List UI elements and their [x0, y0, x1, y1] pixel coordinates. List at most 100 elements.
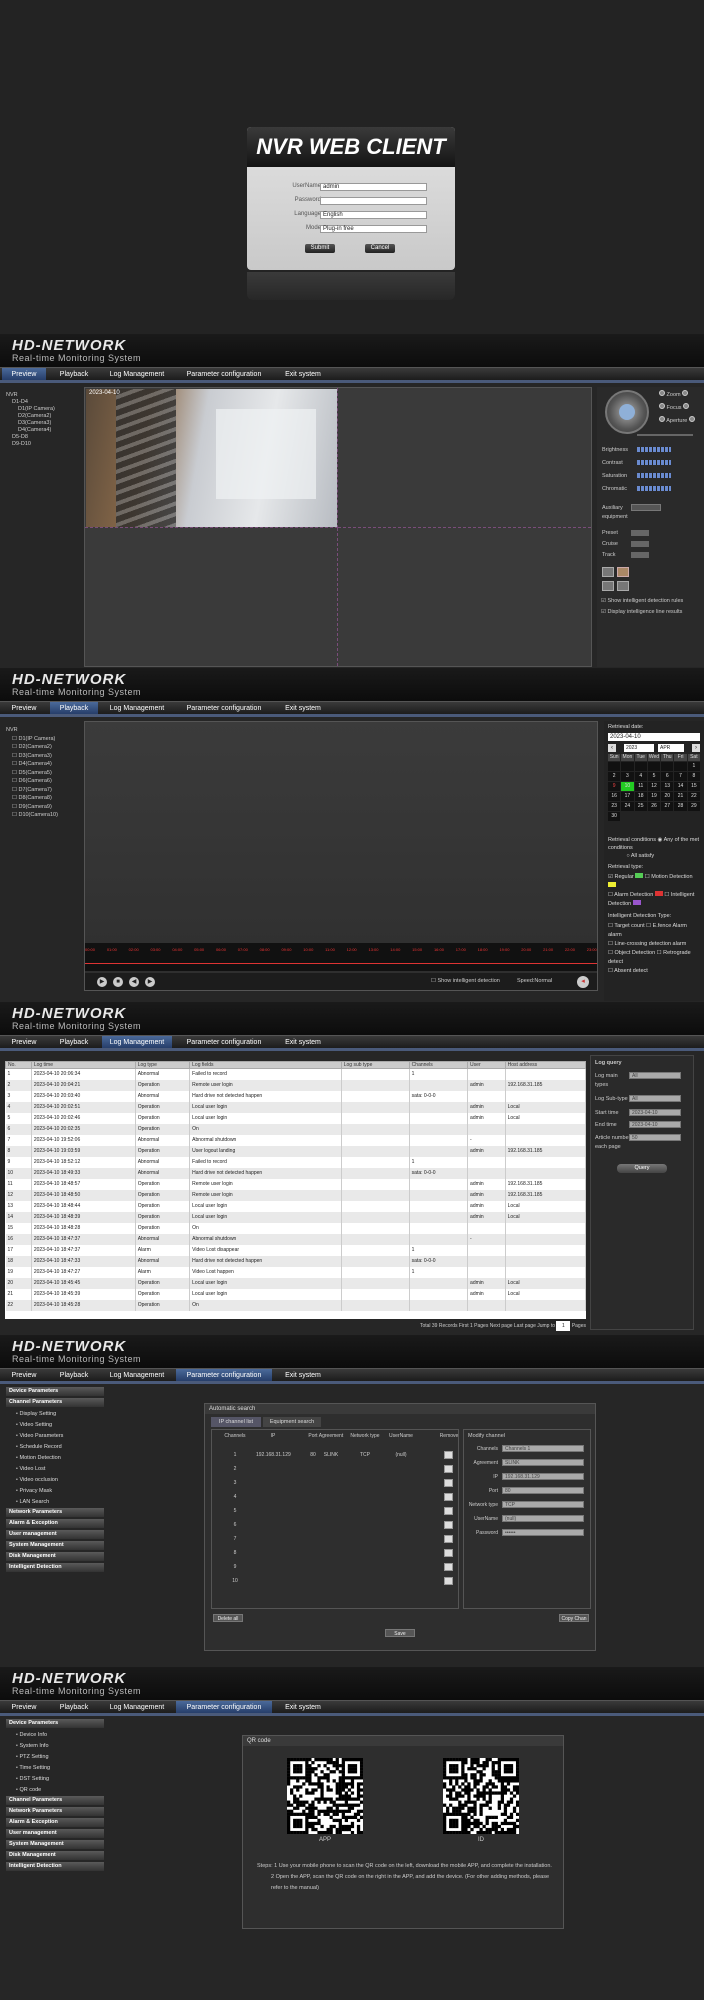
- prev-month-icon[interactable]: ‹: [608, 744, 616, 752]
- end-time-input[interactable]: 2023-04-10: [629, 1121, 681, 1128]
- tree-node-camera[interactable]: D3(Camera3): [6, 420, 80, 427]
- username-input[interactable]: admin: [320, 183, 427, 191]
- modify-field-input[interactable]: TCP: [502, 1501, 584, 1508]
- calendar-day[interactable]: 2: [608, 772, 621, 781]
- saturation-slider[interactable]: [637, 473, 671, 478]
- main-types-select[interactable]: All: [629, 1072, 681, 1079]
- table-row[interactable]: 14 2023-04-10 18:48:39 Operation Local user…: [5, 1211, 586, 1223]
- zoom-minus-icon[interactable]: [659, 390, 665, 396]
- aperture-minus-icon[interactable]: [659, 416, 665, 422]
- sidebar-group[interactable]: Network Parameters: [6, 1508, 104, 1517]
- brightness-slider[interactable]: [637, 447, 671, 452]
- auxiliary-select[interactable]: [631, 504, 661, 511]
- calendar-day[interactable]: 3: [621, 772, 634, 781]
- table-row[interactable]: 1 192.168.31.129 80 SLINK TCP (null): [212, 1450, 460, 1462]
- intel-line-crossing-checkbox[interactable]: Line-crossing detection alarm: [614, 941, 686, 947]
- pagination-text[interactable]: Total 39 Records First 1 Pages Next page…: [420, 1323, 555, 1329]
- calendar-day[interactable]: 12: [647, 782, 661, 791]
- calendar-day[interactable]: 26: [647, 802, 661, 811]
- calendar-day[interactable]: 13: [661, 782, 674, 791]
- play-icon[interactable]: ▶: [97, 977, 107, 987]
- table-row[interactable]: 8: [212, 1548, 460, 1560]
- table-row[interactable]: 4: [212, 1492, 460, 1504]
- next-month-icon[interactable]: ›: [692, 744, 700, 752]
- focus-minus-icon[interactable]: [659, 403, 665, 409]
- remove-icon[interactable]: [444, 1563, 453, 1571]
- sidebar-item[interactable]: Video occlusion: [6, 1475, 104, 1486]
- table-row[interactable]: 9 2023-04-10 18:52:12 Abnormal Failed to re…: [5, 1156, 586, 1168]
- tree-node-group[interactable]: D9-D10: [6, 441, 80, 448]
- record-icon[interactable]: [617, 567, 629, 577]
- intel-object-checkbox[interactable]: Object Detection: [614, 950, 655, 956]
- sidebar-item[interactable]: Display Setting: [6, 1409, 104, 1420]
- modify-field-input[interactable]: SLINK: [502, 1459, 584, 1466]
- calendar-day[interactable]: 10: [621, 782, 634, 791]
- table-row[interactable]: 18 2023-04-10 18:47:33 Abnormal Hard drive …: [5, 1255, 586, 1267]
- aperture-plus-icon[interactable]: [688, 416, 695, 422]
- tree-node-camera[interactable]: ☐ D9(Camera9): [6, 803, 80, 812]
- password-input[interactable]: [320, 197, 427, 205]
- remove-icon[interactable]: [444, 1507, 453, 1515]
- sidebar-group-device[interactable]: Device Parameters: [6, 1387, 104, 1396]
- display-line-results-checkbox[interactable]: ☑ Display intelligence line results: [601, 609, 701, 615]
- query-button[interactable]: Query: [617, 1164, 667, 1173]
- sidebar-group[interactable]: System Management: [6, 1840, 104, 1849]
- zoom-plus-icon[interactable]: [682, 390, 689, 396]
- sidebar-item[interactable]: Video Lost: [6, 1464, 104, 1475]
- sidebar-group[interactable]: Intelligent Detection: [6, 1563, 104, 1572]
- sidebar-item[interactable]: Video Setting: [6, 1420, 104, 1431]
- tree-node-camera[interactable]: ☐ D2(Camera2): [6, 743, 80, 752]
- sidebar-item[interactable]: Device Info: [6, 1730, 104, 1741]
- submit-button[interactable]: Submit: [305, 244, 335, 253]
- tree-node-camera[interactable]: ☐ D3(Camera3): [6, 752, 80, 761]
- start-time-input[interactable]: 2023-04-10: [629, 1109, 681, 1116]
- remove-icon[interactable]: [444, 1451, 453, 1459]
- modify-field-input[interactable]: (null): [502, 1515, 584, 1522]
- sidebar-group[interactable]: Channel Parameters: [6, 1796, 104, 1805]
- table-row[interactable]: 3: [212, 1478, 460, 1490]
- cruise-select[interactable]: [631, 541, 649, 547]
- chromatic-slider[interactable]: [637, 486, 671, 491]
- table-row[interactable]: 11 2023-04-10 18:48:57 Operation Remote use…: [5, 1178, 586, 1190]
- table-row[interactable]: 7 2023-04-10 19:52:06 Abnormal Abnormal shu…: [5, 1134, 586, 1146]
- calendar-day[interactable]: 4: [634, 772, 647, 781]
- tree-node-camera[interactable]: ☐ D4(Camera4): [6, 760, 80, 769]
- calendar-day[interactable]: 22: [687, 792, 700, 801]
- remove-icon[interactable]: [444, 1549, 453, 1557]
- show-intel-checkbox[interactable]: ☐ Show intelligent detection: [431, 978, 500, 984]
- layout-icon[interactable]: [617, 581, 629, 591]
- log-column-header[interactable]: Log type: [134, 1061, 191, 1069]
- table-row[interactable]: 22 2023-04-10 18:45:28 Operation On: [5, 1299, 586, 1311]
- sidebar-group[interactable]: Alarm & Exception: [6, 1519, 104, 1528]
- calendar-day[interactable]: 14: [674, 782, 687, 791]
- ptz-center-button[interactable]: [619, 404, 635, 420]
- retrieval-date-input[interactable]: 2023-04-10: [608, 733, 700, 741]
- table-row[interactable]: 1 2023-04-10 20:06:34 Abnormal Failed to re…: [5, 1068, 586, 1080]
- sidebar-item[interactable]: Time Setting: [6, 1763, 104, 1774]
- calendar-day[interactable]: 8: [687, 772, 700, 781]
- type-motion-checkbox[interactable]: Motion Detection: [651, 874, 692, 880]
- tree-node-camera[interactable]: ☐ D8(Camera8): [6, 794, 80, 803]
- intel-target-count-checkbox[interactable]: Target count: [614, 923, 644, 929]
- calendar-day[interactable]: 18: [634, 792, 647, 801]
- table-row[interactable]: 15 2023-04-10 18:48:28 Operation On: [5, 1222, 586, 1234]
- remove-icon[interactable]: [444, 1535, 453, 1543]
- sidebar-group[interactable]: User management: [6, 1829, 104, 1838]
- ptz-joystick[interactable]: [605, 390, 649, 434]
- calendar-day[interactable]: 27: [661, 802, 674, 811]
- show-detection-rules-checkbox[interactable]: ☑ Show intelligent detection rules: [601, 598, 701, 604]
- modify-field-input[interactable]: ••••••: [502, 1529, 584, 1536]
- preset-select[interactable]: [631, 530, 649, 536]
- calendar-day[interactable]: 19: [647, 792, 661, 801]
- sidebar-item[interactable]: System Info: [6, 1741, 104, 1752]
- ptz-speed-slider[interactable]: [637, 434, 693, 436]
- tree-node-camera[interactable]: ☐ D1(IP Camera): [6, 735, 80, 744]
- calendar-day[interactable]: 23: [608, 802, 621, 811]
- tree-node-camera[interactable]: ☐ D7(Camera7): [6, 786, 80, 795]
- fullscreen-icon[interactable]: [602, 581, 614, 591]
- calendar-day[interactable]: 16: [608, 792, 621, 801]
- calendar-day[interactable]: 28: [674, 802, 687, 811]
- cond-all-radio[interactable]: All satisfy: [631, 853, 654, 859]
- sidebar-group[interactable]: Intelligent Detection: [6, 1862, 104, 1871]
- table-row[interactable]: 8 2023-04-10 19:03:59 Operation User logout…: [5, 1145, 586, 1157]
